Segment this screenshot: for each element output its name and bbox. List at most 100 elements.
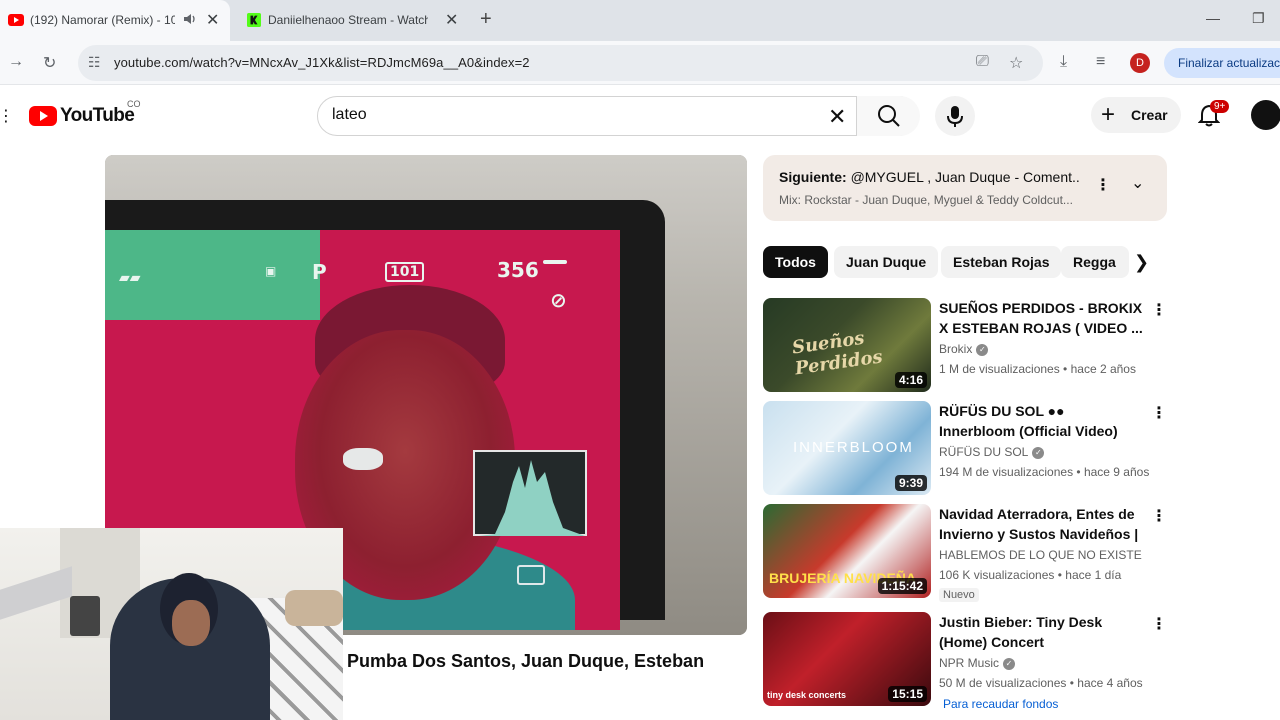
thumbnail-text: Sueños Perdidos [790, 327, 884, 380]
chip-todos[interactable]: Todos [763, 246, 828, 278]
folder-osd: 101 [385, 262, 425, 282]
up-next-title: Siguiente: @MYGUEL , Juan Duque - Coment… [779, 169, 1079, 185]
video-title: Pumba Dos Santos, Juan Duque, Esteban [347, 651, 705, 671]
up-next-mix: Mix: Rockstar - Juan Duque, Myguel & Ted… [779, 193, 1073, 207]
duration-badge: 4:16 [894, 372, 927, 388]
chip-reggaeton[interactable]: Regga [1061, 246, 1129, 278]
more-options-icon[interactable]: ⋮ [1151, 403, 1167, 423]
clear-search-icon[interactable]: ✕ [828, 104, 846, 130]
create-button[interactable]: + Crear [1091, 97, 1181, 133]
channel-name[interactable]: NPR Music ✓ [939, 656, 1016, 670]
flash-osd-icon: ⊘ [550, 288, 567, 312]
channel-name[interactable]: Brokix ✓ [939, 342, 989, 356]
webcam-pillow [285, 590, 343, 626]
recommendation-title[interactable]: Navidad Aterradora, Entes de Invierno y … [939, 504, 1144, 544]
video-meta: 50 M de visualizaciones • hace 4 años [939, 676, 1143, 690]
url-text: youtube.com/watch?v=MNcxAv_J1Xk&list=RDJ… [114, 55, 530, 70]
download-icon[interactable]: ⤓ [1060, 53, 1067, 71]
channel-name-text: RÜFÜS DU SOL [939, 445, 1029, 459]
up-next-label: Siguiente: [779, 169, 847, 185]
recommendation-item[interactable]: BRUJERÍA NAVIDEÑA 1:15:42 Navidad Aterra… [763, 504, 1167, 602]
country-code: CO [127, 99, 141, 109]
channel-name-text: Brokix [939, 342, 973, 356]
image-size-osd-icon: ▣ [265, 264, 277, 278]
more-options-icon[interactable]: ⋮ [1095, 175, 1111, 195]
youtube-logo[interactable]: YouTube CO [29, 99, 141, 127]
profile-avatar[interactable]: D [1130, 53, 1150, 73]
recommendation-title[interactable]: RÜFÜS DU SOL ●● Innerbloom (Official Vid… [939, 401, 1144, 441]
duration-badge: 9:39 [894, 475, 927, 491]
duration-badge: 1:15:42 [877, 578, 927, 594]
duration-badge: 15:15 [888, 686, 927, 702]
channel-name[interactable]: RÜFÜS DU SOL ✓ [939, 445, 1045, 459]
chevron-right-icon[interactable]: ❯ [1134, 252, 1149, 273]
lcd-mouth [343, 448, 383, 470]
finish-update-button[interactable]: Finalizar actualización [1164, 48, 1280, 78]
youtube-favicon-icon [8, 14, 24, 26]
youtube-header: ⋮ YouTube CO ✕ + Crear 9+ [0, 86, 1280, 144]
browser-tab-kick[interactable]: Daniielhenaoo Stream - Watch ✕ [238, 0, 468, 41]
channel-name[interactable]: HABLEMOS DE LO QUE NO EXISTE [939, 548, 1142, 562]
fundraiser-badge: Para recaudar fondos [943, 697, 1059, 711]
create-label: Crear [1131, 107, 1168, 123]
video-thumbnail[interactable]: INNERBLOOM 9:39 [763, 401, 931, 495]
hamburger-menu-icon[interactable]: ⋮ [0, 106, 14, 126]
more-options-icon[interactable]: ⋮ [1151, 614, 1167, 634]
recommendation-title[interactable]: SUEÑOS PERDIDOS - BROKIX X ESTEBAN ROJAS… [939, 298, 1144, 338]
search-icon [878, 105, 900, 127]
battery-osd-icon: ▰▰ [119, 270, 141, 286]
site-info-icon[interactable]: ☷ [88, 54, 101, 71]
verified-icon: ✓ [1032, 446, 1045, 459]
webcam-overlay [0, 528, 343, 720]
minimize-icon[interactable]: — [1206, 10, 1220, 26]
reload-icon[interactable]: ↻ [43, 53, 56, 73]
account-avatar[interactable] [1251, 100, 1280, 130]
browser-toolbar: → ↻ ☷ youtube.com/watch?v=MNcxAv_J1Xk&li… [0, 41, 1280, 85]
search-input[interactable] [332, 106, 802, 124]
speaker-icon[interactable] [183, 12, 197, 26]
address-bar[interactable]: ☷ youtube.com/watch?v=MNcxAv_J1Xk&list=R… [78, 45, 1043, 81]
browser-tab-youtube[interactable]: (192) Namorar (Remix) - 10 ✕ [0, 0, 230, 41]
voice-search-button[interactable] [935, 96, 975, 136]
chip-esteban-rojas[interactable]: Esteban Rojas [941, 246, 1062, 278]
histogram-osd [473, 450, 587, 536]
shots-remaining-osd: 356 [497, 258, 539, 282]
verified-icon: ✓ [1003, 657, 1016, 670]
more-options-icon[interactable]: ⋮ [1151, 300, 1167, 320]
channel-name-text: NPR Music [939, 656, 1000, 670]
video-meta: 106 K visualizaciones • hace 1 día [939, 568, 1122, 582]
recommendation-item[interactable]: Sueños Perdidos 4:16 SUEÑOS PERDIDOS - B… [763, 298, 1167, 394]
tab-title: Daniielhenaoo Stream - Watch [268, 13, 428, 27]
install-app-icon[interactable]: ⎚ [976, 53, 989, 71]
recommendation-title[interactable]: Justin Bieber: Tiny Desk (Home) Concert [939, 612, 1144, 652]
recommendation-item[interactable]: INNERBLOOM 9:39 RÜFÜS DU SOL ●● Innerblo… [763, 401, 1167, 497]
chevron-down-icon[interactable]: ⌄ [1131, 173, 1144, 193]
new-badge: Nuevo [939, 588, 979, 602]
youtube-play-icon [29, 106, 57, 126]
close-tab-icon[interactable]: ✕ [206, 10, 219, 30]
maximize-icon[interactable]: ❐ [1252, 10, 1265, 27]
forward-icon[interactable]: → [8, 53, 24, 71]
webcam-face [172, 600, 210, 646]
video-meta: 1 M de visualizaciones • hace 2 años [939, 362, 1136, 376]
focus-frame-osd-icon [517, 565, 545, 585]
playlist-up-next-panel[interactable]: Siguiente: @MYGUEL , Juan Duque - Coment… [763, 155, 1167, 221]
media-queue-icon[interactable]: ≡ [1096, 53, 1105, 71]
video-thumbnail[interactable]: tiny desk concerts 15:15 [763, 612, 931, 706]
search-button[interactable] [856, 96, 920, 136]
kick-favicon-icon [247, 13, 261, 27]
memory-card-osd-icon [543, 260, 567, 264]
thumbnail-text: tiny desk concerts [767, 690, 847, 700]
video-thumbnail[interactable]: BRUJERÍA NAVIDEÑA 1:15:42 [763, 504, 931, 598]
video-thumbnail[interactable]: Sueños Perdidos 4:16 [763, 298, 931, 392]
close-tab-icon[interactable]: ✕ [445, 10, 458, 30]
new-tab-icon[interactable]: + [480, 8, 492, 31]
more-options-icon[interactable]: ⋮ [1151, 506, 1167, 526]
search-box: ✕ [317, 96, 920, 136]
chip-juan-duque[interactable]: Juan Duque [834, 246, 939, 278]
recommendation-item[interactable]: tiny desk concerts 15:15 Justin Bieber: … [763, 612, 1167, 711]
youtube-wordmark: YouTube [60, 105, 135, 126]
browser-tab-strip: (192) Namorar (Remix) - 10 ✕ Daniielhena… [0, 0, 1280, 41]
bookmark-star-icon[interactable]: ☆ [1009, 53, 1023, 73]
microphone-icon [947, 106, 963, 127]
